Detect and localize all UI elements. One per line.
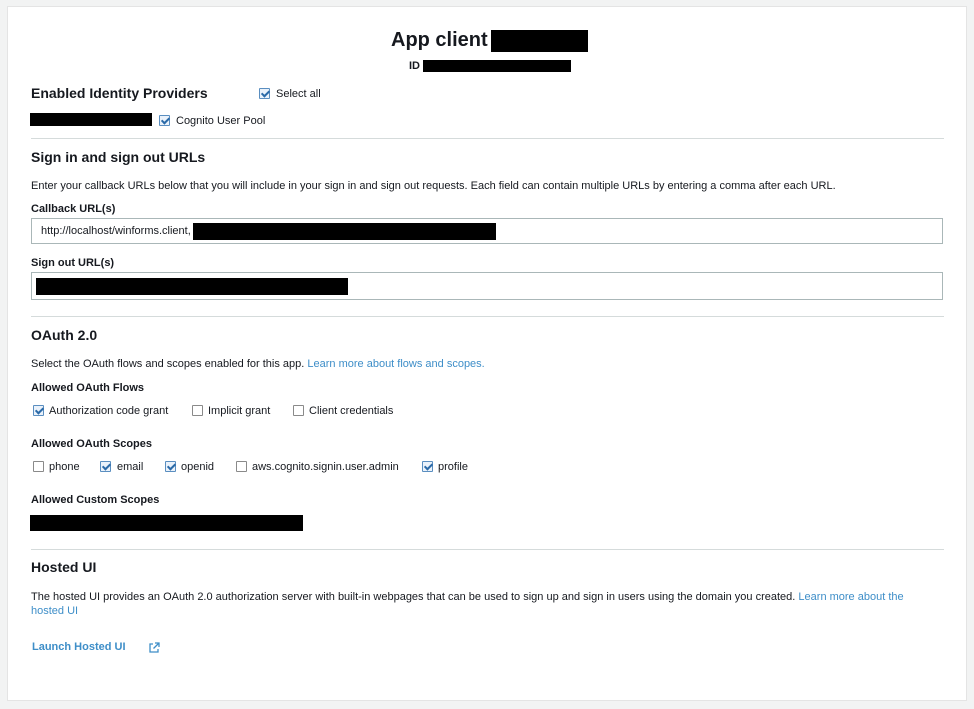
page-title: App client — [391, 29, 488, 51]
scope-email-checkbox[interactable] — [100, 461, 111, 472]
client-id-label: ID — [409, 60, 420, 72]
redacted-signout-url — [36, 278, 348, 295]
scope-openid-label[interactable]: openid — [181, 461, 214, 473]
callback-url-value: http://localhost/winforms.client, — [41, 225, 191, 237]
oauth-description-row: Select the OAuth flows and scopes enable… — [31, 358, 485, 370]
launch-hosted-ui-link[interactable]: Launch Hosted UI — [32, 641, 126, 653]
authorization-code-grant-checkbox[interactable] — [33, 405, 44, 416]
signout-url-label: Sign out URL(s) — [31, 257, 115, 269]
oauth-heading: OAuth 2.0 — [31, 327, 98, 343]
redacted-client-id — [423, 60, 571, 72]
divider — [31, 138, 944, 139]
divider — [31, 549, 944, 550]
client-credentials-label[interactable]: Client credentials — [309, 405, 393, 417]
oauth-description: Select the OAuth flows and scopes enable… — [31, 358, 305, 370]
scope-profile-checkbox[interactable] — [422, 461, 433, 472]
redacted-custom-scopes — [30, 515, 303, 531]
scope-profile-label[interactable]: profile — [438, 461, 468, 473]
scope-phone-label[interactable]: phone — [49, 461, 80, 473]
redacted-callback-url — [193, 223, 496, 240]
select-all-checkbox[interactable] — [259, 88, 270, 99]
hosted-ui-description: The hosted UI provides an OAuth 2.0 auth… — [31, 591, 796, 603]
authorization-code-grant-label[interactable]: Authorization code grant — [49, 405, 168, 417]
client-credentials-checkbox[interactable] — [293, 405, 304, 416]
hosted-ui-heading: Hosted UI — [31, 559, 97, 575]
page-title-row: App client — [8, 29, 966, 55]
scope-phone-checkbox[interactable] — [33, 461, 44, 472]
implicit-grant-label[interactable]: Implicit grant — [208, 405, 270, 417]
external-link-icon[interactable] — [148, 641, 160, 653]
urls-heading: Sign in and sign out URLs — [31, 149, 206, 165]
redacted-provider — [30, 113, 152, 126]
cognito-user-pool-label[interactable]: Cognito User Pool — [176, 115, 265, 127]
learn-more-flows-link[interactable]: Learn more about flows and scopes. — [307, 358, 484, 370]
select-all-label[interactable]: Select all — [276, 88, 321, 100]
implicit-grant-checkbox[interactable] — [192, 405, 203, 416]
callback-url-label: Callback URL(s) — [31, 203, 116, 215]
launch-hosted-ui-label[interactable]: Launch Hosted UI — [32, 641, 126, 653]
allowed-flows-label: Allowed OAuth Flows — [31, 382, 145, 394]
custom-scopes-label: Allowed Custom Scopes — [31, 494, 160, 506]
urls-description: Enter your callback URLs below that you … — [31, 180, 836, 192]
scope-email-label[interactable]: email — [117, 461, 143, 473]
scope-cognito-admin-label[interactable]: aws.cognito.signin.user.admin — [252, 461, 399, 473]
cognito-user-pool-checkbox[interactable] — [159, 115, 170, 126]
app-client-panel: App client ID Enabled Identity Providers… — [7, 6, 967, 701]
scope-cognito-admin-checkbox[interactable] — [236, 461, 247, 472]
scope-openid-checkbox[interactable] — [165, 461, 176, 472]
redacted-client-name — [491, 30, 588, 52]
divider — [31, 316, 944, 317]
identity-providers-heading: Enabled Identity Providers — [31, 85, 208, 101]
allowed-scopes-label: Allowed OAuth Scopes — [31, 438, 153, 450]
hosted-ui-description-block: The hosted UI provides an OAuth 2.0 auth… — [31, 590, 941, 618]
